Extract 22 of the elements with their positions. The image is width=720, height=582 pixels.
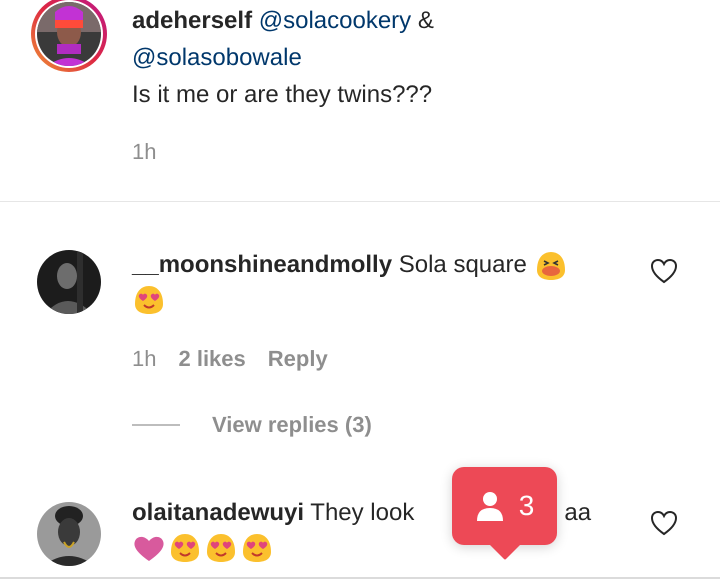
badge-pointer-icon [490, 545, 520, 560]
notification-count: 3 [518, 490, 534, 522]
heart-eyes-face-icon [132, 284, 166, 316]
heart-eyes-face-icon [168, 532, 202, 564]
like-button[interactable] [650, 258, 678, 284]
comment-text: aa [564, 499, 592, 526]
username[interactable]: __moonshineandmolly [132, 251, 392, 278]
mention-link[interactable]: @solacookery [258, 7, 412, 34]
comment-text: & [418, 7, 434, 34]
username[interactable]: olaitanadewuyi [132, 499, 304, 526]
heart-eyes-face-icon [204, 532, 238, 564]
person-icon [474, 491, 505, 521]
comment-text: They look [310, 499, 414, 526]
username[interactable]: adeherself [132, 7, 252, 34]
heart-eyes-face-icon [240, 532, 274, 564]
comment-text: Sola square [398, 251, 527, 278]
notification-badge[interactable]: 3 [452, 467, 557, 545]
mention-link[interactable]: @solasobowale [132, 44, 302, 71]
like-button[interactable] [650, 510, 678, 536]
timestamp: 1h [132, 139, 156, 164]
caption-text: Is it me or are they twins??? [132, 81, 432, 108]
timestamp: 1h [132, 346, 156, 372]
